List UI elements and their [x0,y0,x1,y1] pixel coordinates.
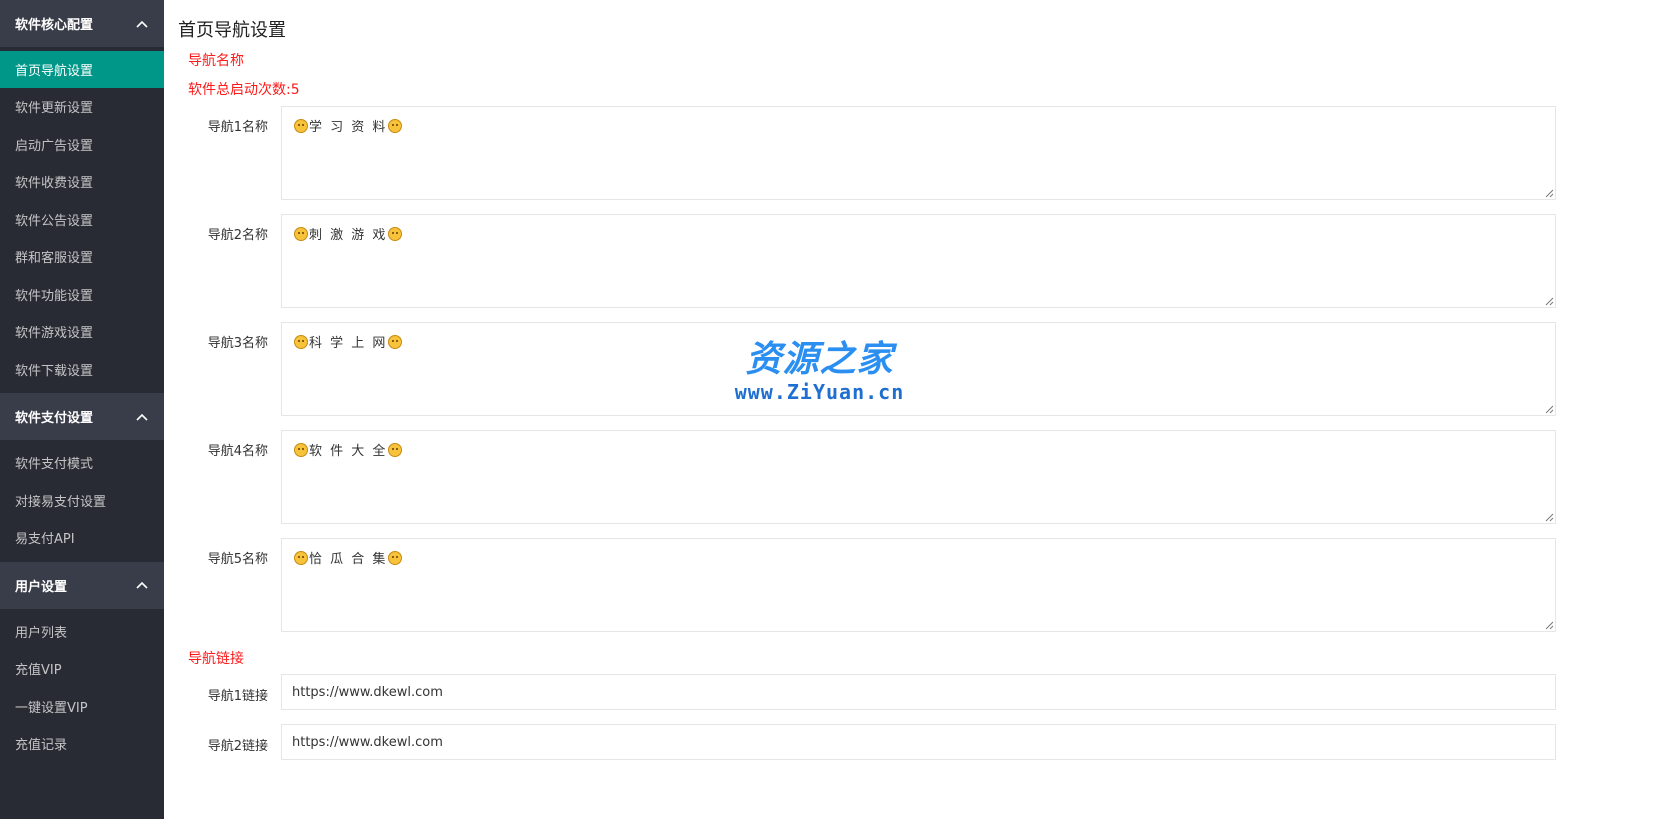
nav-name-value: 刺 激 游 戏 [309,228,388,243]
smiley-icon [388,551,403,565]
sidebar-item-recharge-records[interactable]: 充值记录 [0,725,164,763]
smiley-icon [388,119,403,133]
smiley-icon [294,443,308,457]
nav-link-value: https://www.dkewl.com [292,734,443,750]
sidebar-item-label: 软件功能设置 [15,288,94,304]
smiley-icon [294,335,308,349]
sidebar-item-label: 用户列表 [15,625,68,641]
chevron-up-icon [134,16,150,32]
sidebar-group-title: 软件核心配置 [15,18,94,33]
nav-link-2-input[interactable]: https://www.dkewl.com [281,724,1556,760]
sidebar-item-label: 软件收费设置 [15,176,94,192]
sidebar-item-downloads[interactable]: 软件下载设置 [0,351,164,389]
sidebar-item-features[interactable]: 软件功能设置 [0,276,164,314]
nav-name-5-textarea[interactable]: 恰 瓜 合 集 [281,538,1556,632]
sidebar-item-label: 群和客服设置 [15,251,94,267]
smiley-icon [294,227,308,241]
sidebar-item-one-click-vip[interactable]: 一键设置VIP [0,688,164,726]
sidebar-item-notice[interactable]: 软件公告设置 [0,201,164,239]
nav-name-value: 学 习 资 料 [309,120,388,135]
sidebar-item-epay-api[interactable]: 易支付API [0,519,164,557]
sidebar-group-core-config[interactable]: 软件核心配置 [0,0,164,47]
sidebar-item-label: 软件游戏设置 [15,326,94,342]
sidebar-item-label: 充值记录 [15,738,68,754]
sidebar-item-label: 一键设置VIP [15,700,88,716]
nav-name-label: 导航4名称 [207,444,268,459]
sidebar-group-body: 首页导航设置 软件更新设置 启动广告设置 软件收费设置 软件公告设置 群和客服设… [0,47,164,393]
sidebar-item-user-list[interactable]: 用户列表 [0,613,164,651]
nav-name-section-heading: 导航名称 [188,53,244,69]
sidebar-item-group-service[interactable]: 群和客服设置 [0,238,164,276]
smiley-icon [388,227,403,241]
nav-name-value: 恰 瓜 合 集 [309,552,388,567]
smiley-icon [294,119,308,133]
nav-link-label: 导航1链接 [207,689,268,704]
nav-link-section-heading: 导航链接 [188,651,244,667]
smiley-icon [294,551,308,565]
sidebar-group-body: 软件支付模式 对接易支付设置 易支付API [0,440,164,562]
sidebar-group-body: 用户列表 充值VIP 一键设置VIP 充值记录 [0,609,164,768]
resize-grip-icon[interactable] [1545,297,1554,306]
nav-name-label: 导航1名称 [207,120,268,135]
sidebar-item-label: 易支付API [15,532,75,548]
resize-grip-icon[interactable] [1545,189,1554,198]
sidebar-item-label: 软件更新设置 [15,101,94,117]
nav-name-2-textarea[interactable]: 刺 激 游 戏 [281,214,1556,308]
nav-name-label: 导航3名称 [207,336,268,351]
nav-name-1-textarea[interactable]: 学 习 资 料 [281,106,1556,200]
nav-link-1-input[interactable]: https://www.dkewl.com [281,674,1556,710]
sidebar-item-label: 充值VIP [15,663,62,679]
sidebar-item-label: 启动广告设置 [15,138,94,154]
sidebar-item-charge[interactable]: 软件收费设置 [0,163,164,201]
resize-grip-icon[interactable] [1545,405,1554,414]
chevron-up-icon [134,577,150,593]
nav-name-4-textarea[interactable]: 软 件 大 全 [281,430,1556,524]
sidebar-item-label: 对接易支付设置 [15,494,107,510]
sidebar-group-title: 用户设置 [15,579,68,595]
sidebar-item-label: 软件下载设置 [15,363,94,379]
resize-grip-icon[interactable] [1545,621,1554,630]
sidebar-item-launch-ad[interactable]: 启动广告设置 [0,126,164,164]
page-title: 首页导航设置 [178,20,286,41]
sidebar-group-payment[interactable]: 软件支付设置 [0,393,164,440]
sidebar-item-label: 软件公告设置 [15,213,94,229]
nav-name-value: 软 件 大 全 [309,444,388,459]
nav-name-label: 导航5名称 [207,552,268,567]
sidebar-item-recharge-vip[interactable]: 充值VIP [0,650,164,688]
sidebar-item-epay-config[interactable]: 对接易支付设置 [0,482,164,520]
smiley-icon [388,443,403,457]
nav-name-3-textarea[interactable]: 科 学 上 网 [281,322,1556,416]
chevron-up-icon [134,409,150,425]
sidebar-item-pay-mode[interactable]: 软件支付模式 [0,444,164,482]
smiley-icon [388,335,403,349]
nav-name-label: 导航2名称 [207,228,268,243]
sidebar-item-update[interactable]: 软件更新设置 [0,88,164,126]
sidebar-item-games[interactable]: 软件游戏设置 [0,313,164,351]
resize-grip-icon[interactable] [1545,513,1554,522]
sidebar-item-home-nav[interactable]: 首页导航设置 [0,51,164,88]
main-content: 首页导航设置 导航名称 软件总启动次数:5 导航1名称 学 习 资 料 导航2名… [164,0,1673,819]
nav-link-value: https://www.dkewl.com [292,684,443,700]
sidebar-group-title: 软件支付设置 [15,411,94,426]
sidebar-item-label: 首页导航设置 [15,64,94,79]
nav-name-value: 科 学 上 网 [309,336,388,351]
sidebar: 软件核心配置 首页导航设置 软件更新设置 启动广告设置 软件收费设置 软件公告设… [0,0,164,819]
nav-link-label: 导航2链接 [207,739,268,754]
launch-count-text: 软件总启动次数:5 [188,82,300,98]
sidebar-group-users[interactable]: 用户设置 [0,561,164,609]
sidebar-item-label: 软件支付模式 [15,457,94,473]
